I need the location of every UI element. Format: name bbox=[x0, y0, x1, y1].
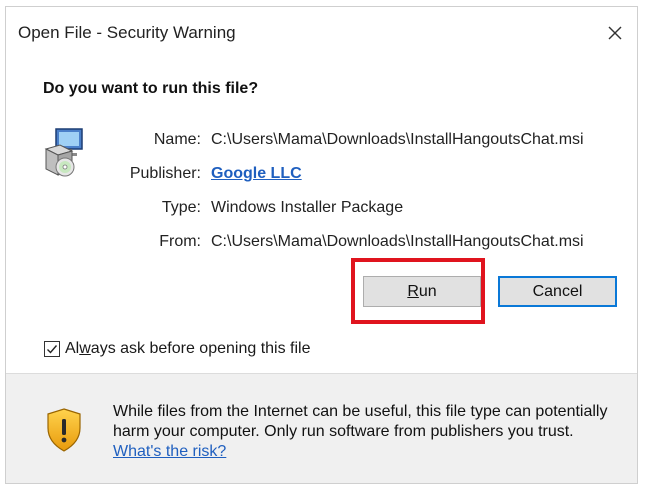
run-label-rest: un bbox=[418, 282, 437, 300]
type-label: Type: bbox=[161, 199, 201, 216]
always-ask-label: Always ask before opening this file bbox=[65, 340, 310, 358]
title-bar: Open File - Security Warning bbox=[6, 7, 637, 59]
warning-footer: While files from the Internet can be use… bbox=[6, 374, 637, 483]
always-ask-mnemonic: w bbox=[79, 340, 91, 357]
warning-line-2: harm your computer. Only run software fr… bbox=[113, 423, 574, 440]
warning-line-1: While files from the Internet can be use… bbox=[113, 403, 608, 420]
window-title: Open File - Security Warning bbox=[18, 23, 236, 42]
always-ask-checkbox[interactable] bbox=[44, 341, 60, 357]
checkmark-icon bbox=[47, 345, 58, 354]
type-value: Windows Installer Package bbox=[211, 199, 404, 216]
whats-the-risk-link[interactable]: What's the risk? bbox=[113, 443, 226, 460]
from-value: C:\Users\Mama\Downloads\InstallHangoutsC… bbox=[211, 233, 584, 250]
from-label: From: bbox=[159, 233, 201, 250]
installer-package-icon bbox=[44, 128, 83, 177]
name-value: C:\Users\Mama\Downloads\InstallHangoutsC… bbox=[211, 131, 584, 148]
publisher-link[interactable]: Google LLC bbox=[211, 165, 302, 183]
run-button[interactable]: Run bbox=[363, 276, 481, 307]
warning-message: While files from the Internet can be use… bbox=[113, 402, 633, 462]
publisher-label: Publisher: bbox=[129, 165, 201, 182]
always-ask-option[interactable]: Always ask before opening this file bbox=[44, 340, 310, 358]
close-icon bbox=[608, 26, 622, 40]
shield-warning-icon bbox=[47, 408, 81, 452]
security-warning-dialog: Open File - Security Warning Do you want… bbox=[5, 6, 638, 484]
run-mnemonic: R bbox=[407, 282, 419, 300]
cancel-button[interactable]: Cancel bbox=[498, 276, 617, 307]
name-label: Name: bbox=[153, 131, 201, 148]
close-button[interactable] bbox=[599, 17, 631, 49]
always-ask-label-pre: Al bbox=[65, 340, 80, 357]
question-heading: Do you want to run this file? bbox=[43, 80, 259, 97]
always-ask-label-post: ays ask before opening this file bbox=[90, 340, 311, 357]
